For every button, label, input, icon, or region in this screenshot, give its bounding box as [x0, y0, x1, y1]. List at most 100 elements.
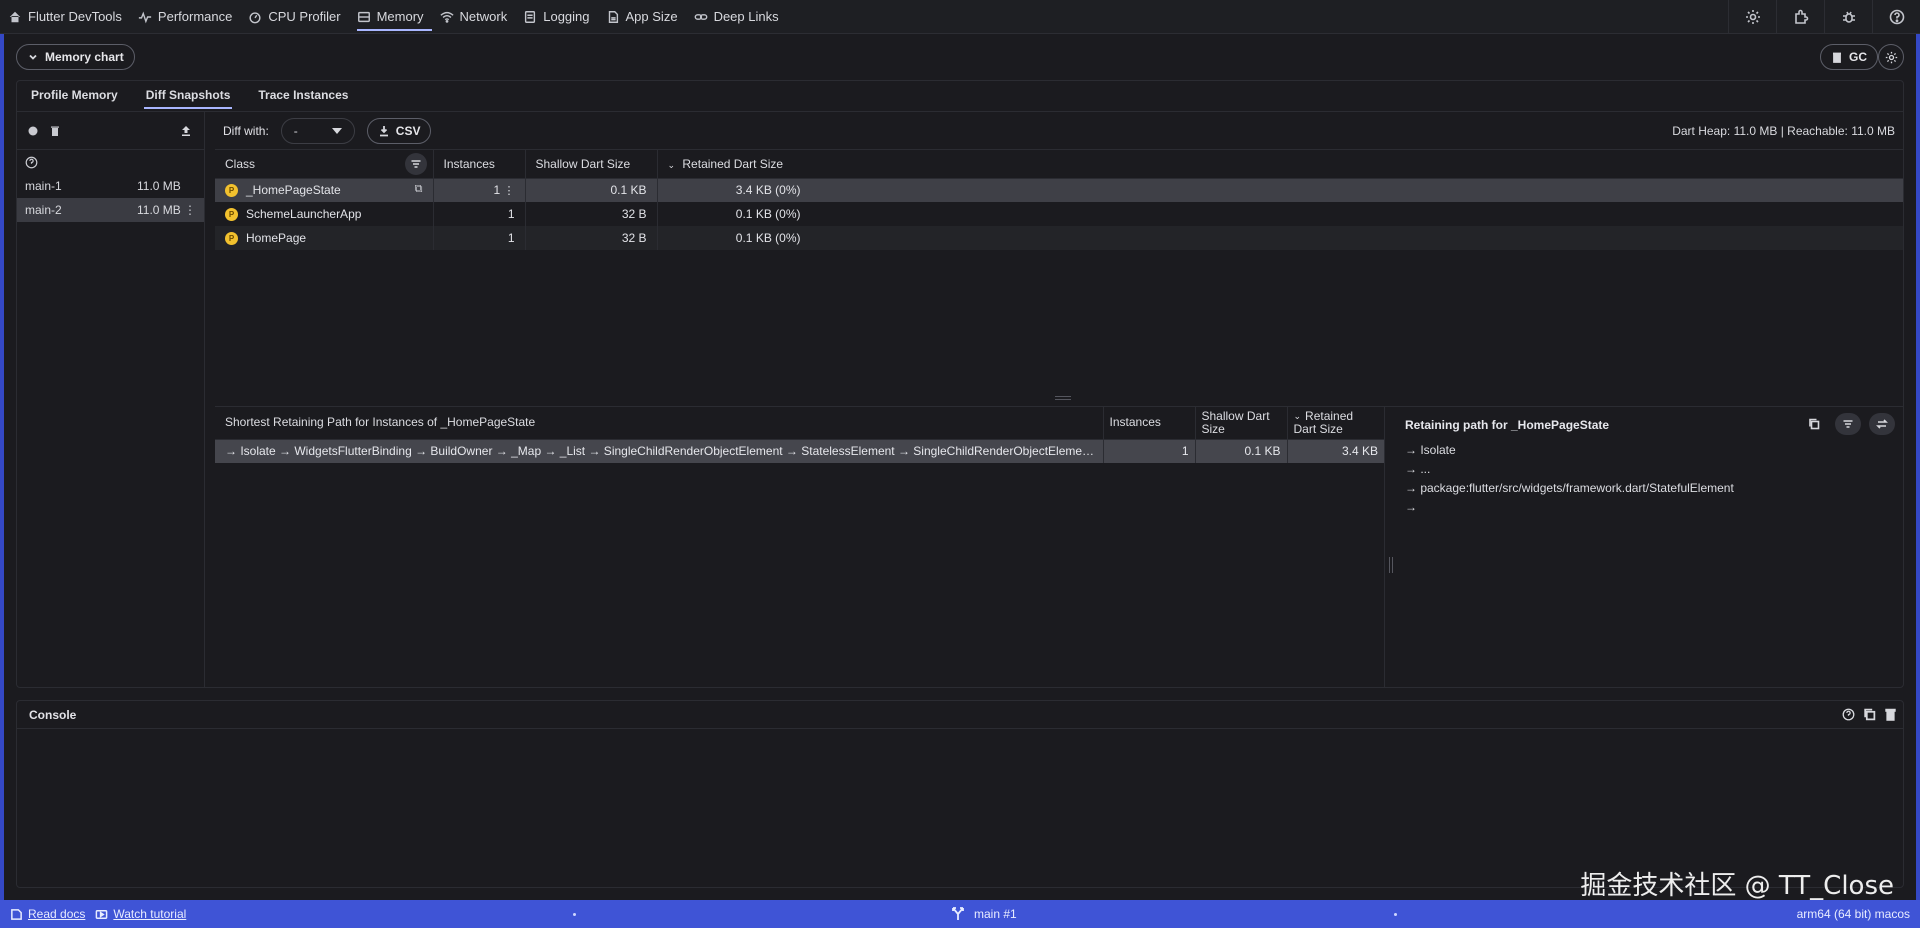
- snapshot-name: main-2: [25, 203, 62, 217]
- path-retained-header[interactable]: ⌄ Retained Dart Size: [1287, 407, 1384, 440]
- path-line: → ...: [1405, 462, 1431, 476]
- tab-label: Network: [459, 9, 508, 24]
- diff-with-dropdown[interactable]: -: [280, 117, 355, 144]
- splitter-handle[interactable]: [1055, 396, 1071, 400]
- instances-cell: 1 ⋮: [433, 178, 526, 202]
- bug-button[interactable]: [1824, 0, 1872, 34]
- shallow-size-header[interactable]: Shallow Dart Size: [525, 150, 658, 179]
- retaining-path-actions: [1801, 413, 1895, 435]
- path-line: →: [1405, 500, 1417, 514]
- shallow-cell: 32 B: [525, 202, 658, 226]
- table-row[interactable]: P SchemeLauncherApp 1 32 B 0.1 KB (0%): [215, 202, 1903, 226]
- tab-logging[interactable]: Logging: [515, 0, 597, 34]
- tab-label: Memory: [376, 9, 424, 24]
- separator-dot: [1394, 913, 1397, 916]
- tab-flutter-devtools[interactable]: Flutter DevTools: [0, 0, 130, 34]
- settings-button[interactable]: [1728, 0, 1776, 34]
- diff-with-label: Diff with:: [223, 123, 269, 138]
- help-button[interactable]: [1872, 0, 1920, 34]
- tab-label: Logging: [543, 9, 590, 24]
- tab-profile-memory[interactable]: Profile Memory: [17, 81, 132, 109]
- tab-diff-snapshots[interactable]: Diff Snapshots: [132, 81, 245, 109]
- retained-size-header[interactable]: ⌄ Retained Dart Size: [657, 150, 1903, 179]
- package-icon: P: [225, 208, 238, 222]
- clear-snapshots-button[interactable]: [47, 123, 63, 139]
- shallow-cell: 0.1 KB: [525, 178, 658, 202]
- path-instances-cell: 1: [1103, 439, 1196, 463]
- retained-cell: 0.1 KB (0%): [657, 202, 1903, 226]
- csv-button[interactable]: CSV: [366, 117, 432, 144]
- copy-icon[interactable]: [1863, 708, 1876, 721]
- class-header[interactable]: Class: [215, 150, 434, 179]
- isolate-label: main #1: [974, 907, 1017, 921]
- memory-main-panel: Profile Memory Diff Snapshots Trace Inst…: [16, 80, 1904, 688]
- path-instances-header[interactable]: Instances: [1103, 407, 1196, 440]
- more-vert-icon[interactable]: ⋮: [184, 203, 196, 217]
- path-shallow-cell: 0.1 KB: [1195, 439, 1288, 463]
- home-icon: [9, 11, 21, 22]
- gc-label: GC: [1849, 50, 1867, 64]
- diff-pane: Diff with: - CSV Dart Heap: 11.0 MB | Re…: [215, 112, 1903, 687]
- tab-cpu-profiler[interactable]: CPU Profiler: [240, 0, 348, 34]
- path-retained-cell: 3.4 KB: [1287, 439, 1384, 463]
- pulse-icon: [138, 10, 152, 23]
- retaining-path-details: Retaining path for _HomePageState → Isol…: [1397, 407, 1903, 687]
- tab-network[interactable]: Network: [432, 0, 516, 34]
- snapshot-help[interactable]: [17, 150, 204, 174]
- snapshot-item[interactable]: main-1 11.0 MB: [17, 174, 204, 198]
- class-header-label: Class: [225, 156, 256, 171]
- bug-icon: [1842, 11, 1855, 23]
- help-icon[interactable]: [1842, 708, 1855, 721]
- path-line: → Isolate: [1405, 443, 1456, 457]
- path-cell: → Isolate → WidgetsFlutterBinding → Buil…: [215, 439, 1104, 463]
- log-icon: [525, 10, 536, 23]
- swap-button[interactable]: [1869, 413, 1895, 435]
- table-row[interactable]: P HomePage 1 32 B 0.1 KB (0%): [215, 226, 1903, 250]
- filter-button[interactable]: [404, 153, 427, 175]
- copy-button[interactable]: [1801, 413, 1827, 435]
- memory-settings-button[interactable]: [1878, 44, 1904, 70]
- more-vert-icon[interactable]: ⋮: [504, 185, 515, 197]
- watch-tutorial-link[interactable]: Watch tutorial: [95, 907, 186, 921]
- shallow-cell: 32 B: [525, 226, 658, 250]
- memory-chart-button[interactable]: Memory chart: [16, 44, 135, 70]
- retained-cell: 3.4 KB (0%): [657, 178, 1903, 202]
- copy-icon[interactable]: ⧉: [415, 183, 423, 196]
- extensions-button[interactable]: [1776, 0, 1824, 34]
- link-icon: [694, 13, 707, 20]
- path-header[interactable]: Shortest Retaining Path for Instances of…: [215, 407, 1104, 440]
- settings-icon: [1745, 10, 1760, 24]
- record-button[interactable]: [25, 123, 41, 139]
- instances-header[interactable]: Instances: [433, 150, 526, 179]
- isolate-selector[interactable]: main #1: [950, 906, 1017, 922]
- tab-deep-links[interactable]: Deep Links: [686, 0, 787, 34]
- delete-icon: [1833, 52, 1841, 63]
- record-icon: [28, 126, 38, 135]
- tab-memory[interactable]: Memory: [349, 0, 432, 34]
- delete-icon[interactable]: [1884, 708, 1897, 721]
- console-header: Console: [17, 701, 1903, 729]
- video-icon: [96, 909, 108, 919]
- vertical-splitter[interactable]: [1389, 557, 1393, 573]
- export-button[interactable]: [178, 123, 194, 139]
- retaining-path-section: Shortest Retaining Path for Instances of…: [215, 406, 1903, 687]
- table-row[interactable]: → Isolate → WidgetsFlutterBinding → Buil…: [215, 439, 1384, 463]
- console-title: Console: [29, 707, 77, 722]
- diff-toolbar: Diff with: - CSV Dart Heap: 11.0 MB | Re…: [215, 112, 1903, 150]
- diff-snapshots-content: main-1 11.0 MB main-2 11.0 MB ⋮ Diff wit…: [17, 111, 1903, 687]
- snapshot-item-selected[interactable]: main-2 11.0 MB ⋮: [17, 198, 204, 222]
- help-icon: [25, 156, 38, 168]
- snapshot-toolbar: [17, 112, 204, 150]
- path-shallow-header[interactable]: Shallow Dart Size: [1195, 407, 1288, 440]
- tab-app-size[interactable]: App Size: [598, 0, 686, 34]
- retaining-path-table: Shortest Retaining Path for Instances of…: [215, 407, 1385, 687]
- filter-button[interactable]: [1835, 413, 1861, 435]
- read-docs-link[interactable]: Read docs: [10, 907, 85, 921]
- table-row[interactable]: P _HomePageState ⧉ 1 ⋮ 0.1 KB 3.4 KB (0%): [215, 178, 1903, 202]
- gc-button[interactable]: GC: [1820, 44, 1878, 70]
- path-table: Shortest Retaining Path for Instances of…: [215, 407, 1384, 463]
- tab-trace-instances[interactable]: Trace Instances: [244, 81, 362, 109]
- tab-performance[interactable]: Performance: [130, 0, 240, 34]
- swap-icon: [1876, 419, 1888, 429]
- retained-header-label: Retained Dart Size: [682, 156, 784, 171]
